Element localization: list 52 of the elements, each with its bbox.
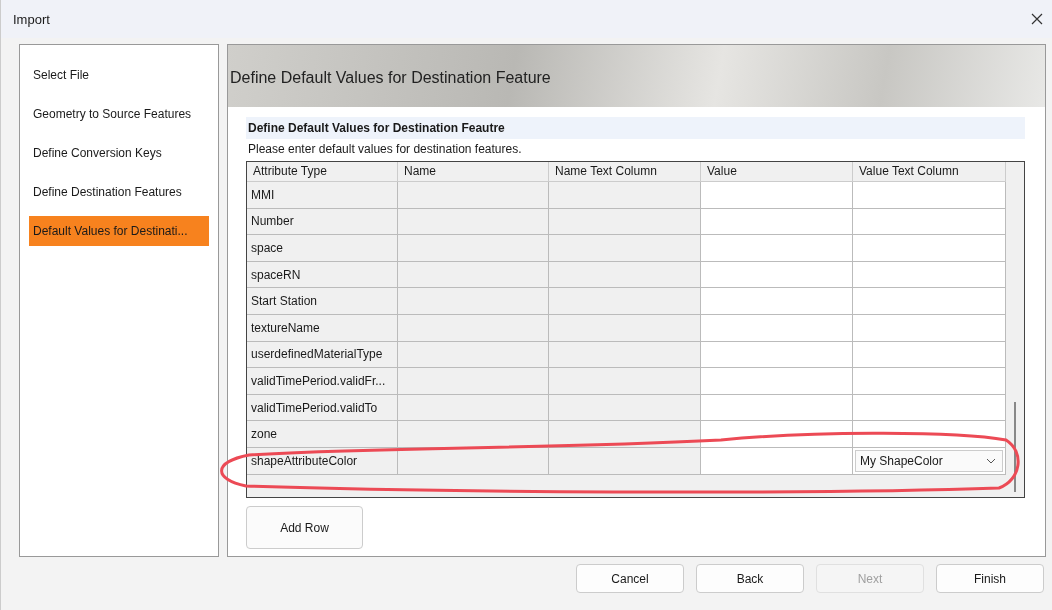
window-title: Import	[13, 11, 50, 27]
step-item[interactable]: Geometry to Source Features	[29, 99, 209, 129]
table-cell: validTimePeriod.validFr...	[247, 368, 398, 395]
table-cell: spaceRN	[247, 261, 398, 289]
column-header[interactable]: Name Text Column	[549, 162, 701, 183]
table-cell[interactable]	[853, 421, 1006, 448]
table-cell: userdefinedMaterialType	[247, 341, 398, 369]
column-header[interactable]: Value	[701, 162, 853, 183]
table-cell[interactable]	[701, 288, 853, 315]
dropdown[interactable]: My ShapeColor	[855, 449, 1003, 472]
scrollbar-thumb[interactable]	[1014, 402, 1016, 492]
table-cell[interactable]	[701, 368, 853, 395]
close-icon[interactable]	[1031, 13, 1043, 25]
table-cell[interactable]	[701, 208, 853, 236]
table-cell[interactable]	[853, 182, 1006, 209]
table-cell[interactable]	[853, 261, 1006, 289]
column-header[interactable]: Name	[398, 162, 549, 183]
table-cell[interactable]	[701, 447, 853, 475]
add-row-button[interactable]: Add Row	[246, 506, 363, 549]
table-cell[interactable]	[853, 208, 1006, 236]
table-cell[interactable]	[853, 288, 1006, 315]
table-cell[interactable]	[853, 235, 1006, 262]
section-description: Please enter default values for destination features.	[248, 142, 523, 156]
step-item[interactable]: Select File	[29, 60, 209, 90]
table-cell: Start Station	[247, 288, 398, 315]
table-cell[interactable]	[853, 394, 1006, 422]
table-cell: MMI	[247, 182, 398, 209]
dialog-button[interactable]: Cancel	[576, 564, 684, 593]
step-item[interactable]: Define Conversion Keys	[29, 138, 209, 168]
table-cell: textureName	[247, 314, 398, 342]
column-header[interactable]: Attribute Type	[247, 162, 398, 183]
dialog-button[interactable]: Finish	[936, 564, 1044, 593]
dialog-button[interactable]: Back	[696, 564, 804, 593]
table-cell[interactable]	[701, 261, 853, 289]
page-title: Define Default Values for Destination Feature	[230, 69, 551, 87]
table-cell[interactable]	[853, 314, 1006, 342]
table-cell: validTimePeriod.validTo	[247, 394, 398, 422]
column-header[interactable]: Value Text Column	[853, 162, 1006, 183]
table-cell[interactable]	[701, 394, 853, 422]
section-title: Define Default Values for Destination Feautre	[248, 121, 505, 135]
table-cell: zone	[247, 421, 398, 448]
table-cell: Number	[247, 208, 398, 236]
table-cell[interactable]	[853, 341, 1006, 369]
table-cell: space	[247, 235, 398, 262]
chevron-down-icon	[986, 457, 996, 464]
table-cell[interactable]	[701, 314, 853, 342]
table-cell[interactable]	[853, 368, 1006, 395]
step-item[interactable]: Define Destination Features	[29, 177, 209, 207]
table-cell[interactable]	[701, 235, 853, 262]
table-cell[interactable]	[701, 182, 853, 209]
step-item[interactable]: Default Values for Destinati...	[29, 216, 209, 246]
table-cell[interactable]	[701, 341, 853, 369]
